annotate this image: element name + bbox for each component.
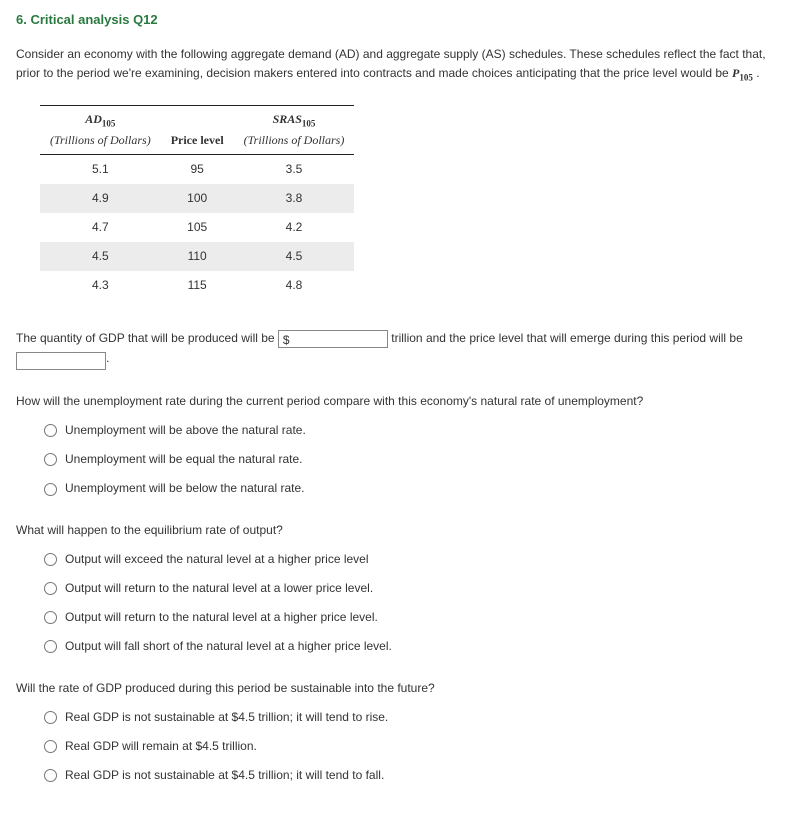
option-label: Real GDP is not sustainable at $4.5 tril… <box>65 766 384 785</box>
intro-text: Consider an economy with the following a… <box>16 45 776 85</box>
output-option[interactable]: Output will return to the natural level … <box>44 608 776 627</box>
radio-input[interactable] <box>44 453 57 466</box>
sustain-prompt: Will the rate of GDP produced during thi… <box>16 679 776 698</box>
option-label: Real GDP will remain at $4.5 trillion. <box>65 737 257 756</box>
col-price-header: Price level <box>161 105 234 154</box>
cell-ad: 4.7 <box>40 213 161 242</box>
sras-sym: SRAS <box>273 112 302 126</box>
radio-input[interactable] <box>44 711 57 724</box>
fill-mid: trillion and the price level that will e… <box>391 331 743 345</box>
table-row: 5.1 95 3.5 <box>40 154 354 184</box>
output-option[interactable]: Output will exceed the natural level at … <box>44 550 776 569</box>
fill-question: The quantity of GDP that will be produce… <box>16 329 776 370</box>
cell-ad: 5.1 <box>40 154 161 184</box>
cell-sras: 4.5 <box>234 242 355 271</box>
col-sras-header: SRAS105 (Trillions of Dollars) <box>234 105 355 154</box>
output-prompt: What will happen to the equilibrium rate… <box>16 521 776 540</box>
sustain-option[interactable]: Real GDP is not sustainable at $4.5 tril… <box>44 708 776 727</box>
sras-unit: (Trillions of Dollars) <box>244 133 345 147</box>
cell-price: 100 <box>161 184 234 213</box>
price-level-input[interactable] <box>16 352 106 370</box>
cell-ad: 4.9 <box>40 184 161 213</box>
radio-input[interactable] <box>44 553 57 566</box>
unemp-prompt: How will the unemployment rate during th… <box>16 392 776 411</box>
input-prefix: $ <box>283 333 290 347</box>
table-row: 4.7 105 4.2 <box>40 213 354 242</box>
cell-price: 95 <box>161 154 234 184</box>
option-label: Unemployment will be above the natural r… <box>65 421 306 440</box>
question-heading: 6. Critical analysis Q12 <box>16 10 776 31</box>
option-label: Unemployment will be below the natural r… <box>65 479 304 498</box>
price-subscript: 105 <box>739 72 753 82</box>
option-label: Output will return to the natural level … <box>65 579 373 598</box>
cell-price: 115 <box>161 271 234 300</box>
option-label: Real GDP is not sustainable at $4.5 tril… <box>65 708 388 727</box>
output-question: What will happen to the equilibrium rate… <box>16 521 776 657</box>
intro-part1: Consider an economy with the following a… <box>16 47 766 80</box>
sustain-question: Will the rate of GDP produced during thi… <box>16 679 776 786</box>
unemp-option[interactable]: Unemployment will be equal the natural r… <box>44 450 776 469</box>
table-row: 4.3 115 4.8 <box>40 271 354 300</box>
cell-price: 105 <box>161 213 234 242</box>
schedule-table: AD105 (Trillions of Dollars) Price level… <box>40 105 354 301</box>
fill-lead: The quantity of GDP that will be produce… <box>16 331 278 345</box>
intro-part2: . <box>753 66 760 80</box>
output-option[interactable]: Output will fall short of the natural le… <box>44 637 776 656</box>
price-label: Price level <box>171 133 224 147</box>
cell-ad: 4.5 <box>40 242 161 271</box>
cell-sras: 3.8 <box>234 184 355 213</box>
radio-input[interactable] <box>44 640 57 653</box>
radio-input[interactable] <box>44 611 57 624</box>
radio-input[interactable] <box>44 740 57 753</box>
fill-tail: . <box>106 351 109 365</box>
cell-ad: 4.3 <box>40 271 161 300</box>
sras-sub: 105 <box>302 118 316 128</box>
sustain-option[interactable]: Real GDP will remain at $4.5 trillion. <box>44 737 776 756</box>
ad-unit: (Trillions of Dollars) <box>50 133 151 147</box>
gdp-input[interactable] <box>290 331 382 347</box>
option-label: Unemployment will be equal the natural r… <box>65 450 302 469</box>
output-option[interactable]: Output will return to the natural level … <box>44 579 776 598</box>
ad-sub: 105 <box>102 118 116 128</box>
option-label: Output will exceed the natural level at … <box>65 550 369 569</box>
unemp-option[interactable]: Unemployment will be below the natural r… <box>44 479 776 498</box>
cell-sras: 4.8 <box>234 271 355 300</box>
ad-sym: AD <box>85 112 102 126</box>
radio-input[interactable] <box>44 483 57 496</box>
cell-price: 110 <box>161 242 234 271</box>
cell-sras: 4.2 <box>234 213 355 242</box>
sustain-option[interactable]: Real GDP is not sustainable at $4.5 tril… <box>44 766 776 785</box>
radio-input[interactable] <box>44 424 57 437</box>
unemp-option[interactable]: Unemployment will be above the natural r… <box>44 421 776 440</box>
unemployment-question: How will the unemployment rate during th… <box>16 392 776 499</box>
option-label: Output will fall short of the natural le… <box>65 637 392 656</box>
radio-input[interactable] <box>44 769 57 782</box>
col-ad-header: AD105 (Trillions of Dollars) <box>40 105 161 154</box>
table-row: 4.9 100 3.8 <box>40 184 354 213</box>
table-row: 4.5 110 4.5 <box>40 242 354 271</box>
cell-sras: 3.5 <box>234 154 355 184</box>
option-label: Output will return to the natural level … <box>65 608 378 627</box>
radio-input[interactable] <box>44 582 57 595</box>
